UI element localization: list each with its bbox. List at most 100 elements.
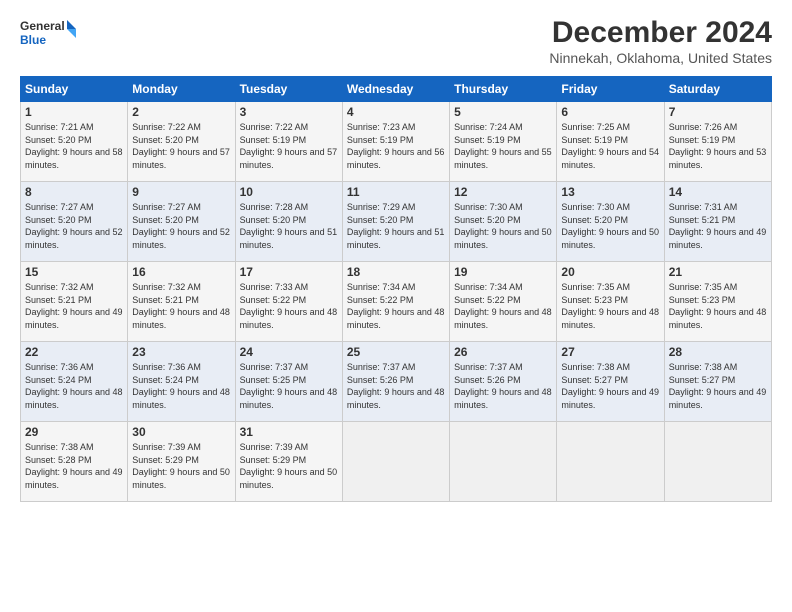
header: General Blue December 2024 Ninnekah, Okl… xyxy=(20,16,772,66)
week-row-1: 1 Sunrise: 7:21 AMSunset: 5:20 PMDayligh… xyxy=(21,102,772,182)
cell-info: Sunrise: 7:34 AMSunset: 5:22 PMDaylight:… xyxy=(454,281,552,331)
cell-info: Sunrise: 7:27 AMSunset: 5:20 PMDaylight:… xyxy=(132,201,230,251)
cell-week3-day2: 17 Sunrise: 7:33 AMSunset: 5:22 PMDaylig… xyxy=(235,262,342,342)
cell-week2-day1: 9 Sunrise: 7:27 AMSunset: 5:20 PMDayligh… xyxy=(128,182,235,262)
cell-info: Sunrise: 7:29 AMSunset: 5:20 PMDaylight:… xyxy=(347,201,445,251)
cell-week5-day0: 29 Sunrise: 7:38 AMSunset: 5:28 PMDaylig… xyxy=(21,422,128,502)
day-number: 4 xyxy=(347,105,445,119)
day-number: 12 xyxy=(454,185,552,199)
cell-week1-day5: 6 Sunrise: 7:25 AMSunset: 5:19 PMDayligh… xyxy=(557,102,664,182)
day-number: 28 xyxy=(669,345,767,359)
cell-week3-day4: 19 Sunrise: 7:34 AMSunset: 5:22 PMDaylig… xyxy=(450,262,557,342)
cell-info: Sunrise: 7:35 AMSunset: 5:23 PMDaylight:… xyxy=(561,281,659,331)
cell-info: Sunrise: 7:28 AMSunset: 5:20 PMDaylight:… xyxy=(240,201,338,251)
cell-info: Sunrise: 7:23 AMSunset: 5:19 PMDaylight:… xyxy=(347,121,445,171)
day-number: 26 xyxy=(454,345,552,359)
day-number: 21 xyxy=(669,265,767,279)
col-monday: Monday xyxy=(128,77,235,102)
cell-week5-day5 xyxy=(557,422,664,502)
day-number: 20 xyxy=(561,265,659,279)
day-number: 9 xyxy=(132,185,230,199)
day-number: 3 xyxy=(240,105,338,119)
cell-week4-day1: 23 Sunrise: 7:36 AMSunset: 5:24 PMDaylig… xyxy=(128,342,235,422)
col-sunday: Sunday xyxy=(21,77,128,102)
day-number: 31 xyxy=(240,425,338,439)
cell-info: Sunrise: 7:31 AMSunset: 5:21 PMDaylight:… xyxy=(669,201,767,251)
day-number: 13 xyxy=(561,185,659,199)
cell-info: Sunrise: 7:32 AMSunset: 5:21 PMDaylight:… xyxy=(132,281,230,331)
week-row-4: 22 Sunrise: 7:36 AMSunset: 5:24 PMDaylig… xyxy=(21,342,772,422)
cell-week1-day4: 5 Sunrise: 7:24 AMSunset: 5:19 PMDayligh… xyxy=(450,102,557,182)
day-number: 7 xyxy=(669,105,767,119)
day-number: 1 xyxy=(25,105,123,119)
day-number: 6 xyxy=(561,105,659,119)
cell-week5-day6 xyxy=(664,422,771,502)
cell-week5-day1: 30 Sunrise: 7:39 AMSunset: 5:29 PMDaylig… xyxy=(128,422,235,502)
cell-week1-day2: 3 Sunrise: 7:22 AMSunset: 5:19 PMDayligh… xyxy=(235,102,342,182)
col-wednesday: Wednesday xyxy=(342,77,449,102)
col-saturday: Saturday xyxy=(664,77,771,102)
cell-info: Sunrise: 7:25 AMSunset: 5:19 PMDaylight:… xyxy=(561,121,659,171)
cell-info: Sunrise: 7:38 AMSunset: 5:27 PMDaylight:… xyxy=(561,361,659,411)
cell-week4-day6: 28 Sunrise: 7:38 AMSunset: 5:27 PMDaylig… xyxy=(664,342,771,422)
cell-info: Sunrise: 7:35 AMSunset: 5:23 PMDaylight:… xyxy=(669,281,767,331)
cell-week4-day0: 22 Sunrise: 7:36 AMSunset: 5:24 PMDaylig… xyxy=(21,342,128,422)
cell-week1-day1: 2 Sunrise: 7:22 AMSunset: 5:20 PMDayligh… xyxy=(128,102,235,182)
cell-week1-day0: 1 Sunrise: 7:21 AMSunset: 5:20 PMDayligh… xyxy=(21,102,128,182)
cell-info: Sunrise: 7:27 AMSunset: 5:20 PMDaylight:… xyxy=(25,201,123,251)
cell-week3-day5: 20 Sunrise: 7:35 AMSunset: 5:23 PMDaylig… xyxy=(557,262,664,342)
title-block: December 2024 Ninnekah, Oklahoma, United… xyxy=(549,16,772,66)
cell-week3-day6: 21 Sunrise: 7:35 AMSunset: 5:23 PMDaylig… xyxy=(664,262,771,342)
cell-week3-day3: 18 Sunrise: 7:34 AMSunset: 5:22 PMDaylig… xyxy=(342,262,449,342)
cell-week2-day3: 11 Sunrise: 7:29 AMSunset: 5:20 PMDaylig… xyxy=(342,182,449,262)
day-number: 17 xyxy=(240,265,338,279)
day-number: 18 xyxy=(347,265,445,279)
col-tuesday: Tuesday xyxy=(235,77,342,102)
week-row-3: 15 Sunrise: 7:32 AMSunset: 5:21 PMDaylig… xyxy=(21,262,772,342)
calendar-table: Sunday Monday Tuesday Wednesday Thursday… xyxy=(20,76,772,502)
header-row: Sunday Monday Tuesday Wednesday Thursday… xyxy=(21,77,772,102)
cell-info: Sunrise: 7:30 AMSunset: 5:20 PMDaylight:… xyxy=(561,201,659,251)
day-number: 16 xyxy=(132,265,230,279)
day-number: 11 xyxy=(347,185,445,199)
cell-week3-day1: 16 Sunrise: 7:32 AMSunset: 5:21 PMDaylig… xyxy=(128,262,235,342)
day-number: 5 xyxy=(454,105,552,119)
cell-week2-day5: 13 Sunrise: 7:30 AMSunset: 5:20 PMDaylig… xyxy=(557,182,664,262)
cell-info: Sunrise: 7:33 AMSunset: 5:22 PMDaylight:… xyxy=(240,281,338,331)
cell-week4-day3: 25 Sunrise: 7:37 AMSunset: 5:26 PMDaylig… xyxy=(342,342,449,422)
day-number: 14 xyxy=(669,185,767,199)
day-number: 2 xyxy=(132,105,230,119)
cell-info: Sunrise: 7:39 AMSunset: 5:29 PMDaylight:… xyxy=(240,441,338,491)
cell-info: Sunrise: 7:30 AMSunset: 5:20 PMDaylight:… xyxy=(454,201,552,251)
col-friday: Friday xyxy=(557,77,664,102)
cell-week2-day6: 14 Sunrise: 7:31 AMSunset: 5:21 PMDaylig… xyxy=(664,182,771,262)
cell-week3-day0: 15 Sunrise: 7:32 AMSunset: 5:21 PMDaylig… xyxy=(21,262,128,342)
day-number: 8 xyxy=(25,185,123,199)
cell-info: Sunrise: 7:38 AMSunset: 5:27 PMDaylight:… xyxy=(669,361,767,411)
cell-info: Sunrise: 7:26 AMSunset: 5:19 PMDaylight:… xyxy=(669,121,767,171)
cell-info: Sunrise: 7:22 AMSunset: 5:19 PMDaylight:… xyxy=(240,121,338,171)
logo-svg: General Blue xyxy=(20,16,80,52)
svg-text:General: General xyxy=(20,19,65,33)
cell-week1-day3: 4 Sunrise: 7:23 AMSunset: 5:19 PMDayligh… xyxy=(342,102,449,182)
logo: General Blue xyxy=(20,16,80,52)
cell-info: Sunrise: 7:39 AMSunset: 5:29 PMDaylight:… xyxy=(132,441,230,491)
cell-info: Sunrise: 7:32 AMSunset: 5:21 PMDaylight:… xyxy=(25,281,123,331)
day-number: 10 xyxy=(240,185,338,199)
cell-week2-day2: 10 Sunrise: 7:28 AMSunset: 5:20 PMDaylig… xyxy=(235,182,342,262)
cell-info: Sunrise: 7:37 AMSunset: 5:26 PMDaylight:… xyxy=(454,361,552,411)
cell-info: Sunrise: 7:34 AMSunset: 5:22 PMDaylight:… xyxy=(347,281,445,331)
cell-week5-day3 xyxy=(342,422,449,502)
col-thursday: Thursday xyxy=(450,77,557,102)
cell-week4-day4: 26 Sunrise: 7:37 AMSunset: 5:26 PMDaylig… xyxy=(450,342,557,422)
subtitle: Ninnekah, Oklahoma, United States xyxy=(549,50,772,66)
calendar-page: General Blue December 2024 Ninnekah, Okl… xyxy=(0,0,792,612)
cell-week4-day2: 24 Sunrise: 7:37 AMSunset: 5:25 PMDaylig… xyxy=(235,342,342,422)
day-number: 27 xyxy=(561,345,659,359)
cell-week2-day0: 8 Sunrise: 7:27 AMSunset: 5:20 PMDayligh… xyxy=(21,182,128,262)
week-row-2: 8 Sunrise: 7:27 AMSunset: 5:20 PMDayligh… xyxy=(21,182,772,262)
main-title: December 2024 xyxy=(549,16,772,50)
svg-text:Blue: Blue xyxy=(20,33,46,47)
cell-info: Sunrise: 7:24 AMSunset: 5:19 PMDaylight:… xyxy=(454,121,552,171)
day-number: 29 xyxy=(25,425,123,439)
